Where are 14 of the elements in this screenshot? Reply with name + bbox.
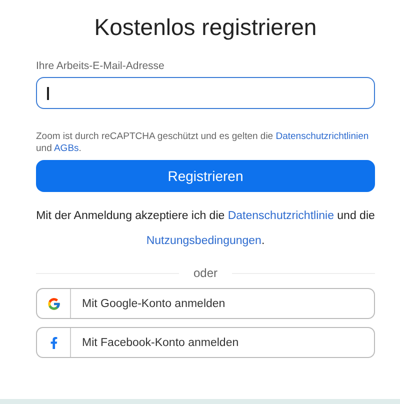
register-button[interactable]: Registrieren	[36, 160, 375, 192]
divider-label: oder	[193, 266, 218, 280]
social-login-button[interactable]: Mit Facebook-Konto anmelden	[36, 327, 375, 358]
text-link[interactable]: Datenschutzrichtlinien	[276, 131, 369, 142]
google-logo-icon	[46, 296, 60, 310]
text-link[interactable]: Datenschutzrichtlinie	[228, 210, 334, 222]
text-link[interactable]: Nutzungsbedingungen	[146, 235, 262, 247]
text-link[interactable]: AGBs	[54, 143, 79, 154]
email-field[interactable]	[36, 77, 375, 109]
consent-text: Mit der Anmeldung akzeptiere ich die Datenschutzrichtlinie und die Nutzungsbedingungen.	[36, 209, 375, 249]
field-label: Ihre Arbeits-E-Mail-Adresse	[36, 60, 166, 72]
recaptcha-notice: Zoom ist durch reCAPTCHA geschützt und es gelten die Datenschutzrichtlinien und AGBs.	[36, 131, 370, 155]
page-title: Kostenlos registrieren	[93, 14, 318, 41]
social-login-button[interactable]: Mit Google-Konto anmelden	[36, 288, 375, 319]
